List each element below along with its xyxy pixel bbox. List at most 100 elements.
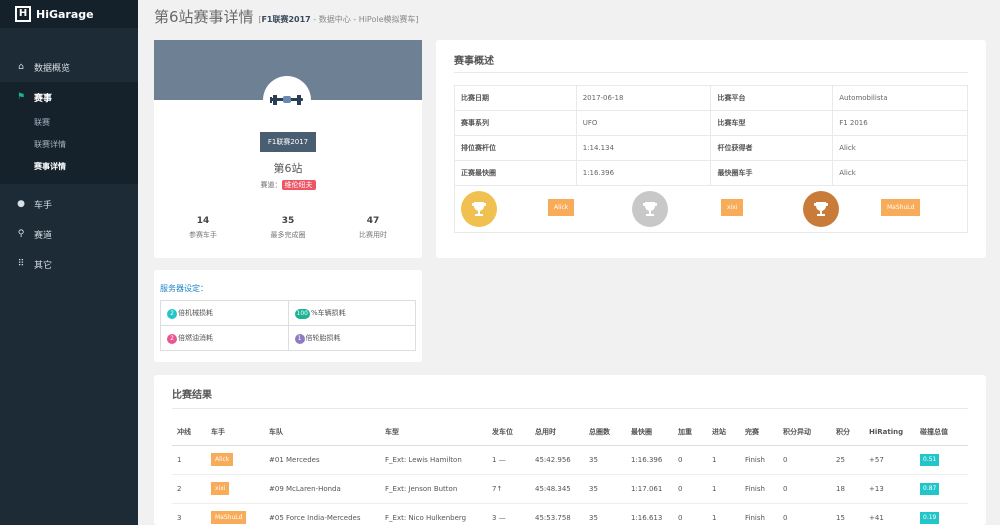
breadcrumb-rest: - 数据中心 - HiPole模拟赛车] bbox=[310, 15, 419, 24]
track-badge[interactable]: 维伦纽夫 bbox=[281, 180, 316, 190]
col-header[interactable]: 车队 bbox=[264, 419, 380, 446]
overview-value: 1:16.396 bbox=[575, 160, 712, 186]
cell-driver: Alick bbox=[206, 445, 264, 475]
cell-grid: 3 — bbox=[487, 503, 530, 525]
nav-item-other[interactable]: ⠿ 其它 bbox=[0, 249, 138, 279]
overview-row: 正赛最快圈 1:16.396 最快圈车手 Alick bbox=[454, 160, 968, 186]
nav-item-events[interactable]: ⚑ 赛事 bbox=[0, 82, 138, 112]
col-header[interactable]: 冲线 bbox=[172, 419, 206, 446]
col-header[interactable]: 发车位 bbox=[487, 419, 530, 446]
cell-hirating: +13 bbox=[864, 474, 915, 504]
col-header[interactable]: 积分异动 bbox=[778, 419, 831, 446]
sub-item-league[interactable]: 联赛 bbox=[0, 112, 138, 134]
overview-key: 比赛车型 bbox=[710, 110, 834, 136]
setting-badge: 100 bbox=[294, 308, 310, 319]
cell-status: Finish bbox=[740, 474, 778, 504]
events-submenu: 联赛 联赛详情 赛事详情 bbox=[0, 112, 138, 184]
nav-label: 赛道 bbox=[34, 230, 53, 241]
driver-badge[interactable]: Alick bbox=[211, 453, 234, 466]
server-setting-fuel: 2 倍燃油消耗 bbox=[160, 325, 289, 351]
nav-item-drivers[interactable]: ● 车手 bbox=[0, 189, 138, 219]
driver-badge[interactable]: MaShuLd bbox=[211, 511, 247, 524]
podium-second-driver[interactable]: xixi bbox=[721, 199, 744, 216]
page-title-text: 第6站赛事详情 bbox=[154, 8, 254, 26]
overview-value: UFO bbox=[575, 110, 712, 136]
brand[interactable]: H HiGarage bbox=[0, 0, 138, 28]
divider bbox=[454, 72, 968, 73]
col-header[interactable]: 完赛 bbox=[740, 419, 778, 446]
table-row[interactable]: 2 xixi #09 McLaren-Honda F_Ext: Jenson B… bbox=[172, 474, 968, 504]
podium-first-driver[interactable]: Alick bbox=[548, 199, 575, 216]
cell-laps: 35 bbox=[584, 503, 626, 525]
col-header[interactable]: 进站 bbox=[707, 419, 740, 446]
overview-key: 比赛平台 bbox=[710, 85, 834, 111]
overview-key: 杆位获得者 bbox=[710, 135, 834, 161]
col-header[interactable]: 车手 bbox=[206, 419, 264, 446]
brand-logo: H bbox=[15, 6, 31, 22]
cell-points-change: 0 bbox=[778, 503, 831, 525]
nav-label: 其它 bbox=[34, 260, 53, 271]
collision-badge: 0.87 bbox=[920, 482, 940, 495]
nav-item-overview[interactable]: ⌂ 数据概览 bbox=[0, 52, 138, 82]
grid-change-icon: ↑ bbox=[496, 484, 503, 493]
overview-row: 排位赛杆位 1:14.134 杆位获得者 Alick bbox=[454, 135, 968, 161]
col-header[interactable]: 最快圈 bbox=[626, 419, 673, 446]
cell-status: Finish bbox=[740, 445, 778, 475]
stat-race-time: 47 比赛用时 bbox=[328, 216, 418, 240]
driver-badge[interactable]: xixi bbox=[211, 482, 230, 495]
cell-hirating: +41 bbox=[864, 503, 915, 525]
server-setting-vehicle: 100 %车辆损耗 bbox=[287, 300, 416, 326]
bronze-trophy-icon bbox=[803, 191, 839, 227]
stat-label: 最多完成圈 bbox=[270, 231, 306, 239]
overview-row: 赛事系列 UFO 比赛车型 F1 2016 bbox=[454, 110, 968, 136]
col-header[interactable]: 车型 bbox=[380, 419, 487, 446]
map-marker-icon: ⚲ bbox=[17, 229, 25, 239]
table-row[interactable]: 1 Alick #01 Mercedes F_Ext: Lewis Hamilt… bbox=[172, 445, 968, 475]
col-header[interactable]: 总用时 bbox=[530, 419, 584, 446]
cell-status: Finish bbox=[740, 503, 778, 525]
col-header[interactable]: 加重 bbox=[673, 419, 707, 446]
stat-label: 比赛用时 bbox=[359, 231, 387, 239]
cell-car: F_Ext: Nico Hulkenberg bbox=[380, 503, 487, 525]
collision-badge: 0.51 bbox=[920, 453, 940, 466]
nav-item-tracks[interactable]: ⚲ 赛道 bbox=[0, 219, 138, 249]
collision-badge: 0.19 bbox=[920, 511, 940, 524]
cell-total-time: 45:48.345 bbox=[530, 474, 584, 504]
sub-item-league-detail[interactable]: 联赛详情 bbox=[0, 134, 138, 156]
cell-total-time: 45:53.758 bbox=[530, 503, 584, 525]
stat-value: 35 bbox=[281, 216, 295, 226]
cell-team: #09 McLaren-Honda bbox=[264, 474, 380, 504]
sub-item-event-detail[interactable]: 赛事详情 bbox=[0, 156, 138, 178]
table-row[interactable]: 3 MaShuLd #05 Force India-Mercedes F_Ext… bbox=[172, 503, 968, 525]
cell-hirating: +57 bbox=[864, 445, 915, 475]
stat-value: 14 bbox=[196, 216, 210, 226]
event-profile-card: F1联赛2017 第6站 赛道： 维伦纽夫 14 参赛车手 35 最多完成圈 47… bbox=[154, 40, 422, 258]
col-header[interactable]: HiRating bbox=[864, 419, 915, 446]
col-header[interactable]: 碰撞总值 bbox=[915, 419, 968, 446]
server-setting-tire: 1 倍轮胎损耗 bbox=[287, 325, 416, 351]
server-settings-panel: 服务器设定： 2 倍机械损耗 100 %车辆损耗 2 倍燃油消耗 1 倍轮胎损耗 bbox=[154, 270, 422, 362]
setting-text: 倍机械损耗 bbox=[178, 308, 213, 317]
podium-third-driver[interactable]: MaShuLd bbox=[881, 199, 921, 216]
cell-team: #01 Mercedes bbox=[264, 445, 380, 475]
breadcrumb-league[interactable]: F1联赛2017 bbox=[261, 15, 310, 24]
server-settings-title: 服务器设定： bbox=[160, 284, 208, 293]
cell-grid: 7↑ bbox=[487, 474, 530, 504]
col-header[interactable]: 总圈数 bbox=[584, 419, 626, 446]
home-icon: ⌂ bbox=[18, 62, 24, 72]
stat-label: 参赛车手 bbox=[189, 231, 217, 239]
server-settings-table: 2 倍机械损耗 100 %车辆损耗 2 倍燃油消耗 1 倍轮胎损耗 bbox=[160, 300, 416, 351]
cell-points: 25 bbox=[831, 445, 864, 475]
track-line: 赛道： 维伦纽夫 bbox=[154, 180, 422, 190]
col-header[interactable]: 积分 bbox=[831, 419, 864, 446]
league-button[interactable]: F1联赛2017 bbox=[260, 132, 316, 152]
cell-points: 15 bbox=[831, 503, 864, 525]
cell-pitstops: 1 bbox=[707, 445, 740, 475]
setting-text: %车辆损耗 bbox=[310, 308, 346, 317]
overview-table: 比赛日期 2017-06-18 比赛平台 Automobilista 赛事系列 … bbox=[454, 85, 968, 186]
overview-key: 最快圈车手 bbox=[710, 160, 834, 186]
f1-car-icon bbox=[263, 76, 311, 124]
grid-change-icon: — bbox=[498, 513, 506, 522]
nav-label: 赛事 bbox=[34, 93, 53, 104]
cell-points-change: 0 bbox=[778, 445, 831, 475]
